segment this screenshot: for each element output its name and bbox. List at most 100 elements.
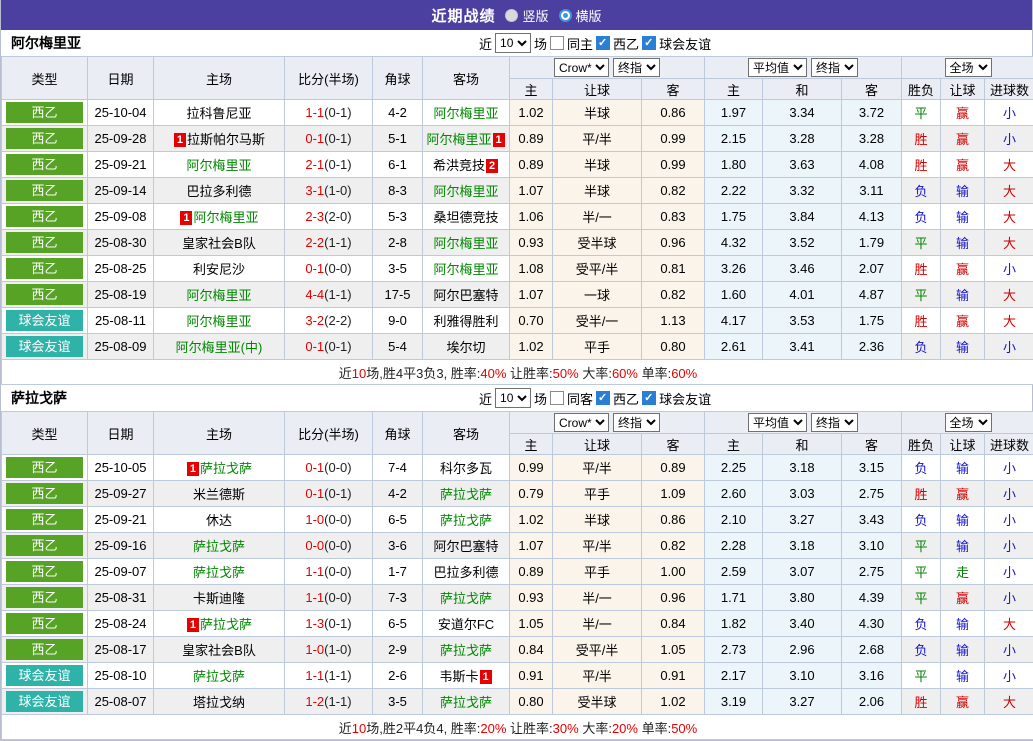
handicap-home-odds: 0.89 <box>510 126 553 152</box>
avg-away-odds: 4.30 <box>842 611 902 637</box>
avg-away-odds: 1.79 <box>842 230 902 256</box>
bookmaker-select[interactable]: Crow* <box>554 58 609 77</box>
result-outcome: 胜 <box>902 152 941 178</box>
result-outcome: 平 <box>902 282 941 308</box>
match-type-badge: 西乙 <box>6 587 83 608</box>
avg-home-odds: 4.17 <box>705 308 763 334</box>
scope-select[interactable]: 全场 <box>945 413 992 432</box>
handicap-line: 半/一 <box>553 585 642 611</box>
home-team-cell: 巴拉多利德 <box>154 178 285 204</box>
avg-away-odds: 3.10 <box>842 533 902 559</box>
same-venue-checkbox[interactable] <box>550 391 564 405</box>
layout-option-vertical[interactable]: 竖版 <box>505 6 548 25</box>
avg-draw-odds: 3.28 <box>763 126 842 152</box>
handicap-line: 平/半 <box>553 663 642 689</box>
match-count-select[interactable]: 10 <box>495 33 531 53</box>
handicap-final-select[interactable]: 终指 <box>613 413 660 432</box>
away-team-name: 阿尔巴塞特 <box>433 539 498 554</box>
match-date: 25-10-05 <box>88 455 154 481</box>
friendly-checkbox[interactable] <box>642 36 656 50</box>
result-outcome: 胜 <box>902 126 941 152</box>
avg-away-odds: 4.87 <box>842 282 902 308</box>
summary-text: 近10场,胜4平3负3, 胜率:40% 让胜率:50% 大率:60% 单率:60… <box>2 360 1033 385</box>
handicap-away-odds: 1.02 <box>642 689 705 715</box>
col-away: 客场 <box>423 57 510 100</box>
match-date: 25-09-21 <box>88 152 154 178</box>
halftime-score: (0-1) <box>324 486 351 501</box>
match-type-cell: 西乙 <box>2 559 88 585</box>
result-handicap: 输 <box>941 230 985 256</box>
home-team-name: 休达 <box>206 513 232 528</box>
subcol-handicap-away: 客 <box>642 79 705 100</box>
score-cell: 0-1(0-1) <box>285 481 373 507</box>
page-titlebar: 近期战绩 竖版 横版 <box>1 0 1032 30</box>
home-red-card-badge: 1 <box>187 618 199 632</box>
home-team-name: 萨拉戈萨 <box>193 539 245 554</box>
handicap-line: 半/一 <box>553 611 642 637</box>
result-goals: 大 <box>985 204 1033 230</box>
match-type-cell: 西乙 <box>2 100 88 126</box>
match-date: 25-08-10 <box>88 663 154 689</box>
fulltime-score: 0-1 <box>305 261 324 276</box>
match-type-badge: 西乙 <box>6 457 83 478</box>
handicap-final-select[interactable]: 终指 <box>613 58 660 77</box>
away-team-name: 韦斯卡 <box>439 669 478 684</box>
match-date: 25-08-11 <box>88 308 154 334</box>
match-type-badge: 西乙 <box>6 483 83 504</box>
match-row: 西乙 25-09-21 休达 1-0(0-0) 6-5 萨拉戈萨 1.02 半球… <box>2 507 1033 533</box>
fulltime-score: 1-1 <box>305 105 324 120</box>
match-count-select[interactable]: 10 <box>495 388 531 408</box>
average-final-select[interactable]: 终指 <box>811 58 858 77</box>
average-final-select[interactable]: 终指 <box>811 413 858 432</box>
result-outcome: 胜 <box>902 308 941 334</box>
handicap-home-odds: 0.89 <box>510 152 553 178</box>
halftime-score: (0-1) <box>324 157 351 172</box>
home-team-cell: 阿尔梅里亚(中) <box>154 334 285 360</box>
results-table: 类型 日期 主场 比分(半场) 角球 客场 Crow*终指 平均值终指 全场 <box>1 411 1033 740</box>
subcol-handicap-line: 让球 <box>553 434 642 455</box>
average-select[interactable]: 平均值 <box>748 58 807 77</box>
col-corner: 角球 <box>373 412 423 455</box>
match-type-cell: 西乙 <box>2 481 88 507</box>
average-select[interactable]: 平均值 <box>748 413 807 432</box>
match-row: 西乙 25-08-25 利安尼沙 0-1(0-0) 3-5 阿尔梅里亚 1.08… <box>2 256 1033 282</box>
avg-home-odds: 2.25 <box>705 455 763 481</box>
result-handicap: 赢 <box>941 256 985 282</box>
result-outcome: 负 <box>902 204 941 230</box>
result-goals: 小 <box>985 559 1033 585</box>
layout-option-horizontal[interactable]: 横版 <box>559 6 602 25</box>
fulltime-score: 1-1 <box>305 590 324 605</box>
horizontal-layout-radio[interactable] <box>559 9 572 22</box>
home-red-card-badge: 1 <box>174 133 186 147</box>
scope-select[interactable]: 全场 <box>945 58 992 77</box>
score-cell: 1-1(1-1) <box>285 663 373 689</box>
vertical-layout-radio[interactable] <box>505 9 518 22</box>
handicap-line: 半球 <box>553 100 642 126</box>
home-team-name: 阿尔梅里亚(中) <box>176 340 263 355</box>
home-team-cell: 卡斯迪隆 <box>154 585 285 611</box>
fulltime-score: 0-1 <box>305 486 324 501</box>
results-table: 类型 日期 主场 比分(半场) 角球 客场 Crow*终指 平均值终指 全场 <box>1 56 1033 385</box>
summary-segment: 近 <box>339 721 352 736</box>
handicap-line: 平/半 <box>553 126 642 152</box>
result-outcome: 平 <box>902 585 941 611</box>
result-outcome: 负 <box>902 637 941 663</box>
league-checkbox[interactable] <box>596 391 610 405</box>
match-date: 25-08-09 <box>88 334 154 360</box>
col-corner: 角球 <box>373 57 423 100</box>
avg-draw-odds: 3.27 <box>763 507 842 533</box>
same-venue-checkbox[interactable] <box>550 36 564 50</box>
match-date: 25-09-07 <box>88 559 154 585</box>
match-type-badge: 西乙 <box>6 180 83 201</box>
result-goals: 大 <box>985 178 1033 204</box>
match-row: 西乙 25-08-31 卡斯迪隆 1-1(0-0) 7-3 萨拉戈萨 0.93 … <box>2 585 1033 611</box>
bookmaker-select[interactable]: Crow* <box>554 413 609 432</box>
result-outcome: 平 <box>902 559 941 585</box>
result-goals: 小 <box>985 533 1033 559</box>
handicap-line: 半球 <box>553 507 642 533</box>
avg-draw-odds: 3.32 <box>763 178 842 204</box>
halftime-score: (0-1) <box>324 339 351 354</box>
result-goals: 大 <box>985 152 1033 178</box>
league-checkbox[interactable] <box>596 36 610 50</box>
friendly-checkbox[interactable] <box>642 391 656 405</box>
